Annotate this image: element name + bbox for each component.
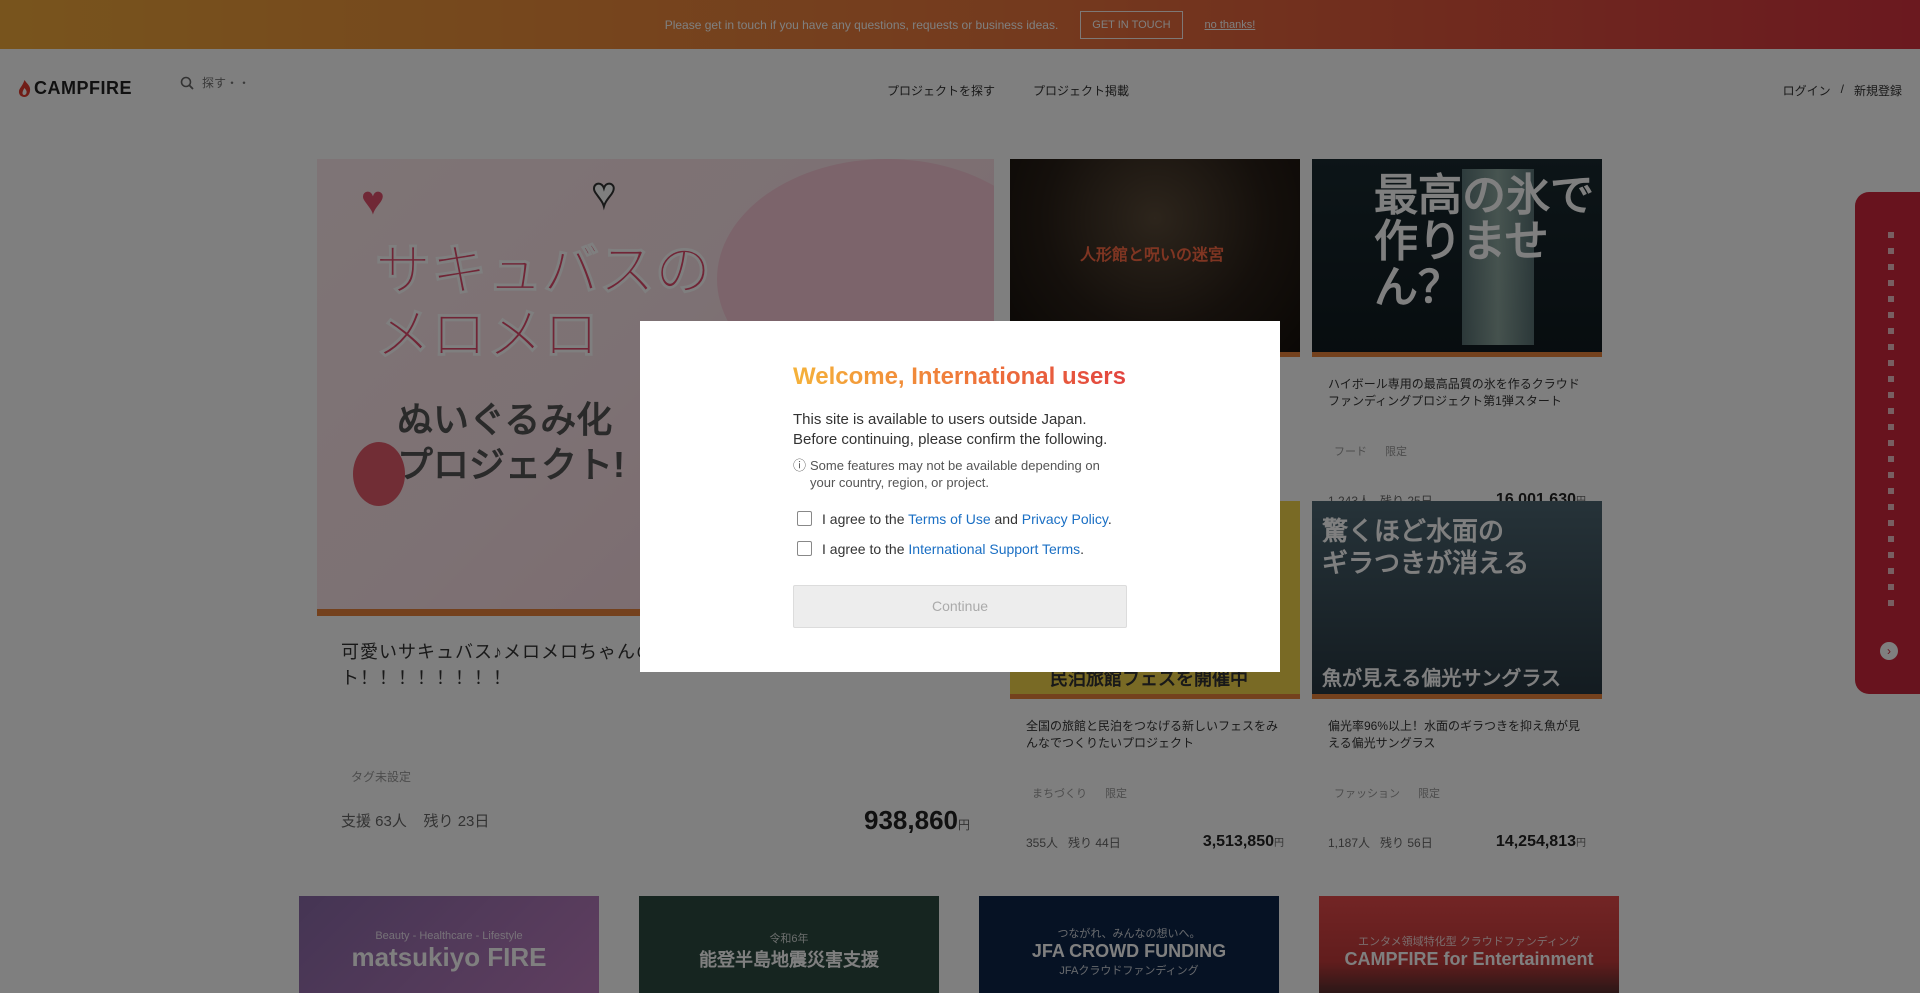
international-terms-checkbox[interactable] xyxy=(797,541,812,557)
modal-content: Welcome, International users This site i… xyxy=(793,363,1127,628)
modal-title: Welcome, International users xyxy=(793,363,1126,390)
label-text: . xyxy=(1107,510,1112,527)
continue-button[interactable]: Continue xyxy=(793,584,1127,628)
label-text: I agree to the xyxy=(822,510,909,527)
info-icon: ⓘ xyxy=(793,458,807,473)
terms-agreement-label: I agree to the Terms of Use and Privacy … xyxy=(822,511,1112,527)
international-terms-label: I agree to the International Support Ter… xyxy=(822,541,1084,557)
terms-agreement-row[interactable]: I agree to the Terms of Use and Privacy … xyxy=(793,511,1127,527)
label-text: and xyxy=(990,510,1022,527)
terms-of-use-link[interactable]: Terms of Use xyxy=(908,511,990,527)
label-text: . xyxy=(1080,540,1085,557)
label-text: I agree to the xyxy=(822,540,909,557)
privacy-policy-link[interactable]: Privacy Policy xyxy=(1022,511,1108,527)
international-support-terms-link[interactable]: International Support Terms xyxy=(908,541,1080,557)
terms-checkbox[interactable] xyxy=(797,511,812,527)
international-users-modal: Welcome, International users This site i… xyxy=(640,321,1280,672)
modal-note-text: Some features may not be available depen… xyxy=(810,458,1100,490)
international-terms-row[interactable]: I agree to the International Support Ter… xyxy=(793,541,1127,557)
modal-note: ⓘ Some features may not be available dep… xyxy=(793,458,1127,492)
modal-description: This site is available to users outside … xyxy=(793,411,1108,448)
